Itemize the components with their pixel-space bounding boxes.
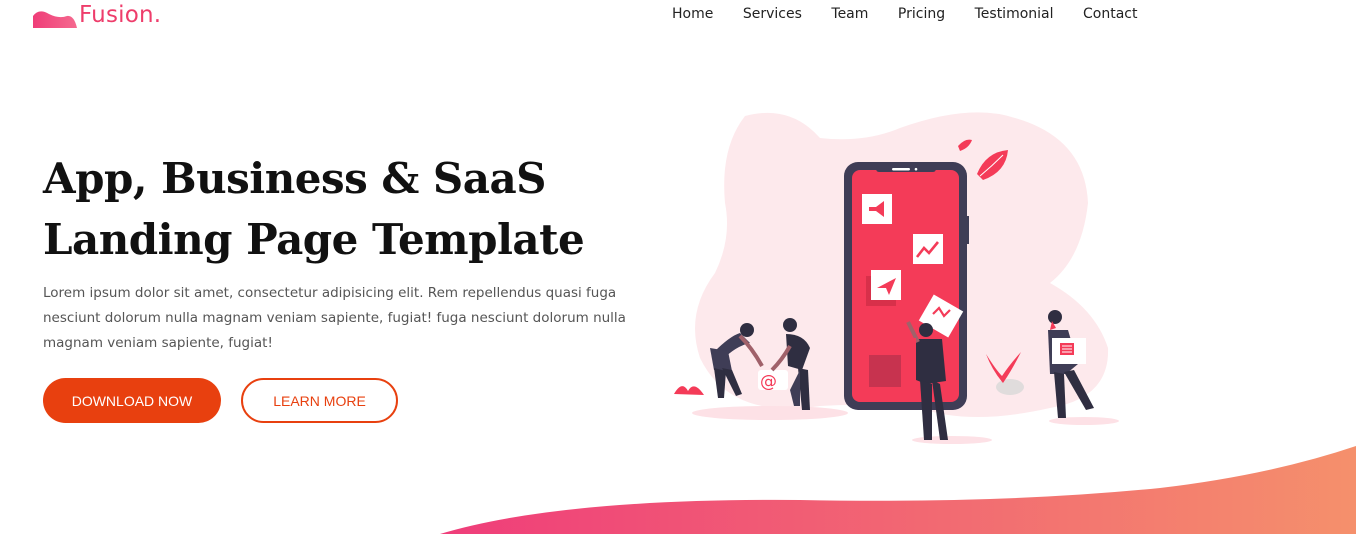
navbar: Fusion. Home Services Team Pricing Testi… [0,0,1356,34]
nav-services[interactable]: Services [743,6,802,22]
nav-pricing[interactable]: Pricing [898,6,945,22]
brand-name: Fusion. [79,2,162,28]
hero-title-line-2: Landing Page Template [43,215,585,264]
phone-illustration [844,162,969,410]
nav-menu: Home Services Team Pricing Testimonial C… [672,6,1137,22]
bottom-wave [440,446,1356,534]
learn-more-button[interactable]: LEARN MORE [241,378,398,423]
brand-logo[interactable]: Fusion. [33,0,161,30]
nav-contact[interactable]: Contact [1083,6,1137,22]
hero-title: App, Business & SaaS Landing Page Templa… [43,148,683,270]
hero-description: Lorem ipsum dolor sit amet, consectetur … [43,285,626,351]
nav-team[interactable]: Team [831,6,868,22]
download-now-button[interactable]: DOWNLOAD NOW [43,378,221,423]
logo-wave-icon [33,11,77,28]
nav-testimonial[interactable]: Testimonial [975,6,1054,22]
hero-illustration: @ [674,112,1119,444]
hero-title-line-1: App, Business & SaaS [43,154,547,203]
svg-text:@: @ [760,372,777,392]
nav-home[interactable]: Home [672,6,713,22]
